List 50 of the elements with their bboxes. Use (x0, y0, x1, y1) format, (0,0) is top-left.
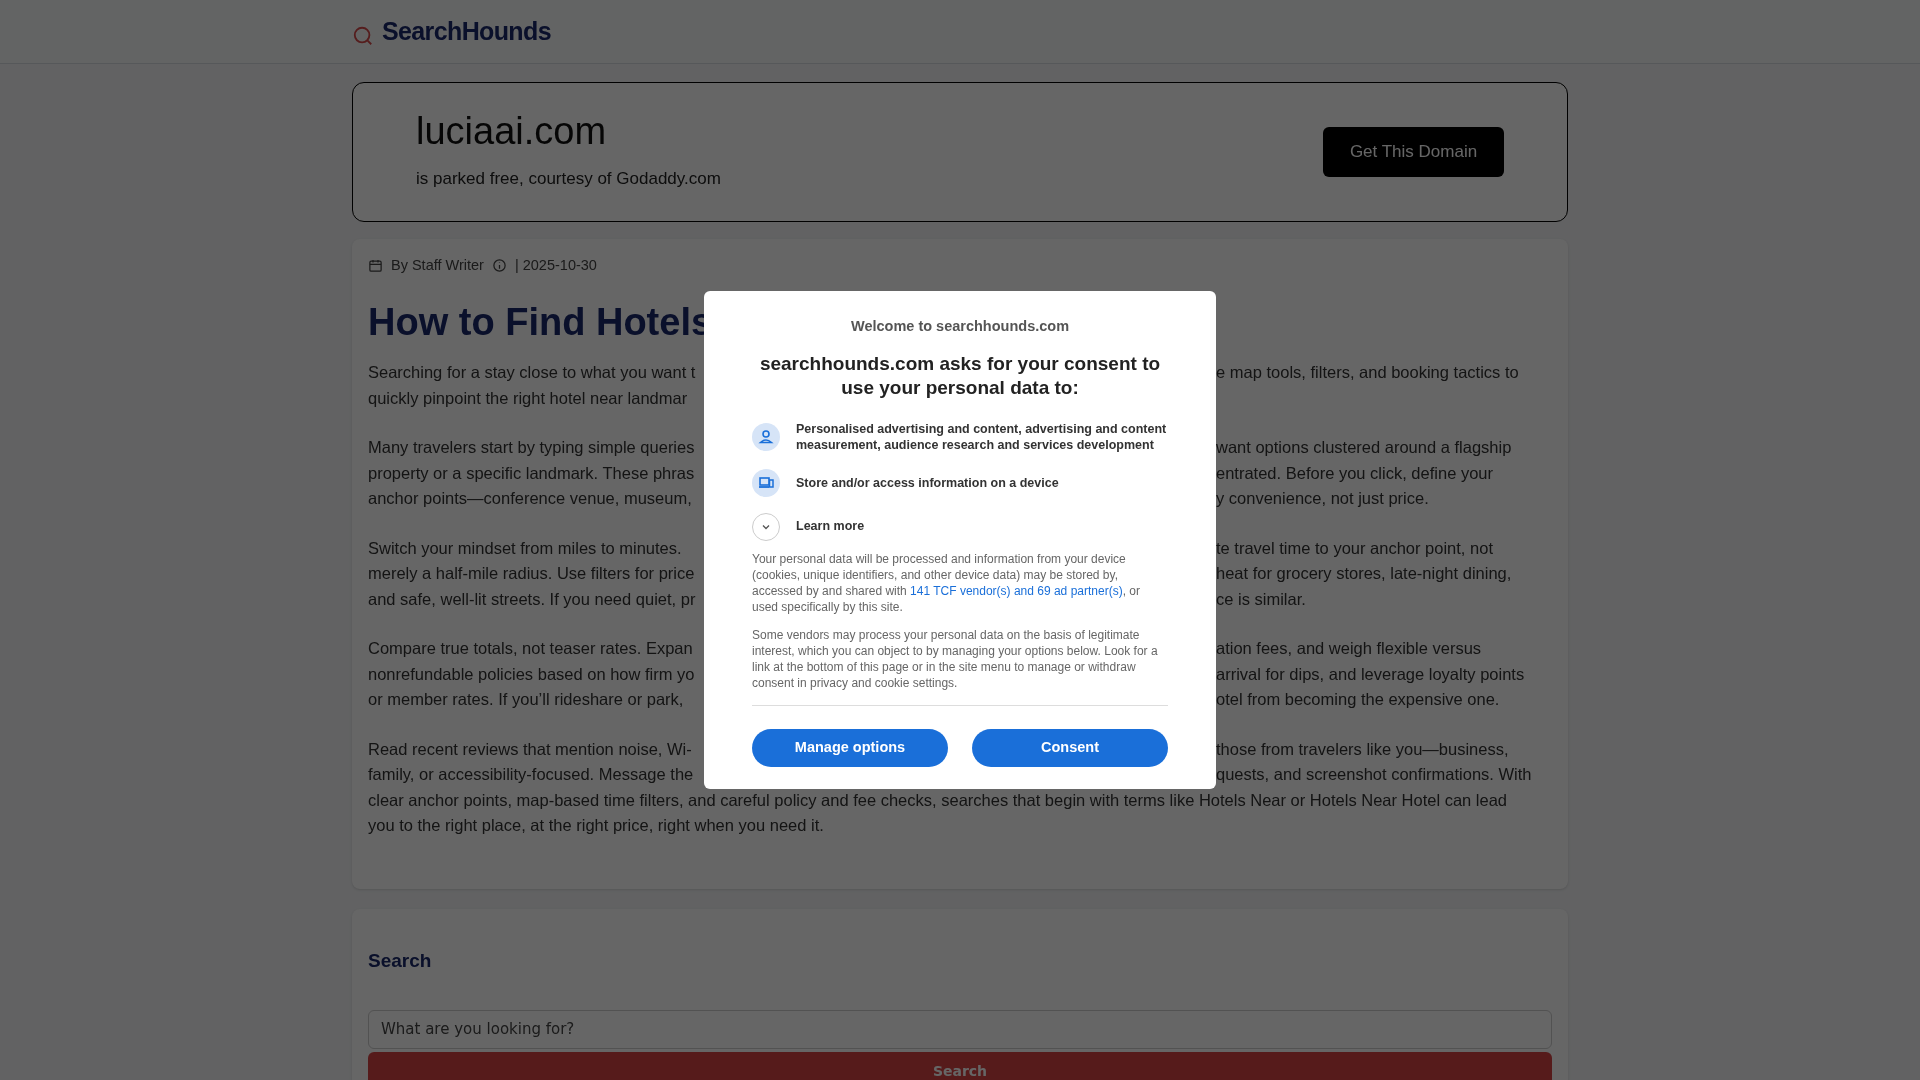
purpose-text: Personalised advertising and content, advertising and content measurement, audience research and services development (796, 420, 1168, 453)
welcome-text: Welcome to searchhounds.com (849, 317, 1071, 336)
article-text: and safe, well-lit streets. If you need quiet, pr (368, 588, 696, 610)
article-text: arrival for dips, and leverage loyalty points (1216, 663, 1525, 685)
devices-icon (752, 468, 780, 497)
learn-more-toggle[interactable]: Learn more (752, 512, 1168, 541)
info-icon (491, 258, 507, 274)
article-text: e map tools, filters, and booking tactics to (1216, 362, 1519, 384)
domain-name: luciaai.com (416, 112, 608, 151)
article-text: property or a specific landmark. These phras (368, 462, 695, 484)
purpose-text: Store and/or access information on a device (796, 474, 1059, 491)
article-text: Compare true totals, not teaser rates. Expan (368, 638, 693, 660)
consent-button[interactable]: Consent (972, 728, 1168, 767)
article-text: family, or accessibility-focused. Message the (368, 764, 694, 786)
article-text: anchor points—conference venue, museum, (368, 488, 692, 510)
article-text: clear anchor points, map-based time filters, and careful policy and fee checks, searches that begin with terms like Hotels Near or Hotels Near Hotel can lead (368, 789, 1508, 811)
article-text: otel from becoming the expensive one. (1216, 689, 1500, 711)
article-text: ce is similar. (1216, 588, 1306, 610)
article-text: you to the right place, at the right price, right when you need it. (368, 815, 824, 837)
article-text: Switch your mindset from miles to minutes. (368, 537, 682, 559)
article-text: want options clustered around a flagship (1216, 437, 1512, 459)
article-text: quickly pinpoint the right hotel near landmar (368, 387, 688, 409)
parked-text: is parked free, courtesy of Godaddy.com (416, 168, 721, 191)
search-heading: Search (368, 949, 433, 973)
consent-body: Some vendors may process your personal data on the basis of legitimate interest, which you can object to by managing your options below. Look for a link at the bottom of this page or in the site menu to manage or withdraw consent in privacy and cookie settings. (752, 626, 1159, 691)
manage-options-button[interactable]: Manage options (752, 728, 948, 767)
search-icon (352, 24, 374, 47)
article-text: merely a half-mile radius. Use filters for price (368, 563, 695, 585)
calendar-icon (368, 258, 383, 274)
consent-heading: searchhounds.com asks for your consent to use your personal data to: (758, 351, 1162, 400)
article-text: y convenience, not just price. (1216, 488, 1429, 510)
author-text: By Staff Writer (391, 256, 484, 275)
article-text: te travel time to your anchor point, not (1216, 537, 1493, 559)
article-text: Searching for a stay close to what you want t (368, 362, 696, 384)
article-text: entrated. Before you click, define your (1216, 462, 1493, 484)
vendors-link[interactable]: 141 TCF vendor(s) and 69 ad partner(s) (910, 583, 1123, 598)
site-logo[interactable]: SearchHounds (382, 12, 551, 51)
article-text: Read recent reviews that mention noise, Wi- (368, 738, 692, 760)
get-domain-button[interactable]: Get This Domain (1323, 127, 1504, 177)
article-text: quests, and screenshot confirmations. With (1216, 764, 1532, 786)
search-field[interactable]: What are you looking for? (368, 1009, 1552, 1049)
date-text: | 2025-10-30 (514, 256, 597, 275)
article-text: heat for grocery stores, late-night dining, (1216, 563, 1512, 585)
article-text: nonrefundable policies based on how firm yo (368, 663, 695, 685)
consent-body: Your personal data will be processed and information from your device (cookies, unique identifiers, and other device data) may be stored by, accessed by and shared with 141 TCF vendor(s) and 69 ad partner(s), or used specifically by this site. (752, 550, 1141, 615)
person-icon (752, 422, 780, 451)
article-text: or member rates. If you’ll rideshare or park, (368, 689, 684, 711)
article-text: ation fees, and weigh flexible versus (1216, 638, 1482, 660)
article-text: Many travelers start by typing simple queries (368, 437, 695, 459)
article-text: those from travelers like you—business, (1216, 738, 1509, 760)
